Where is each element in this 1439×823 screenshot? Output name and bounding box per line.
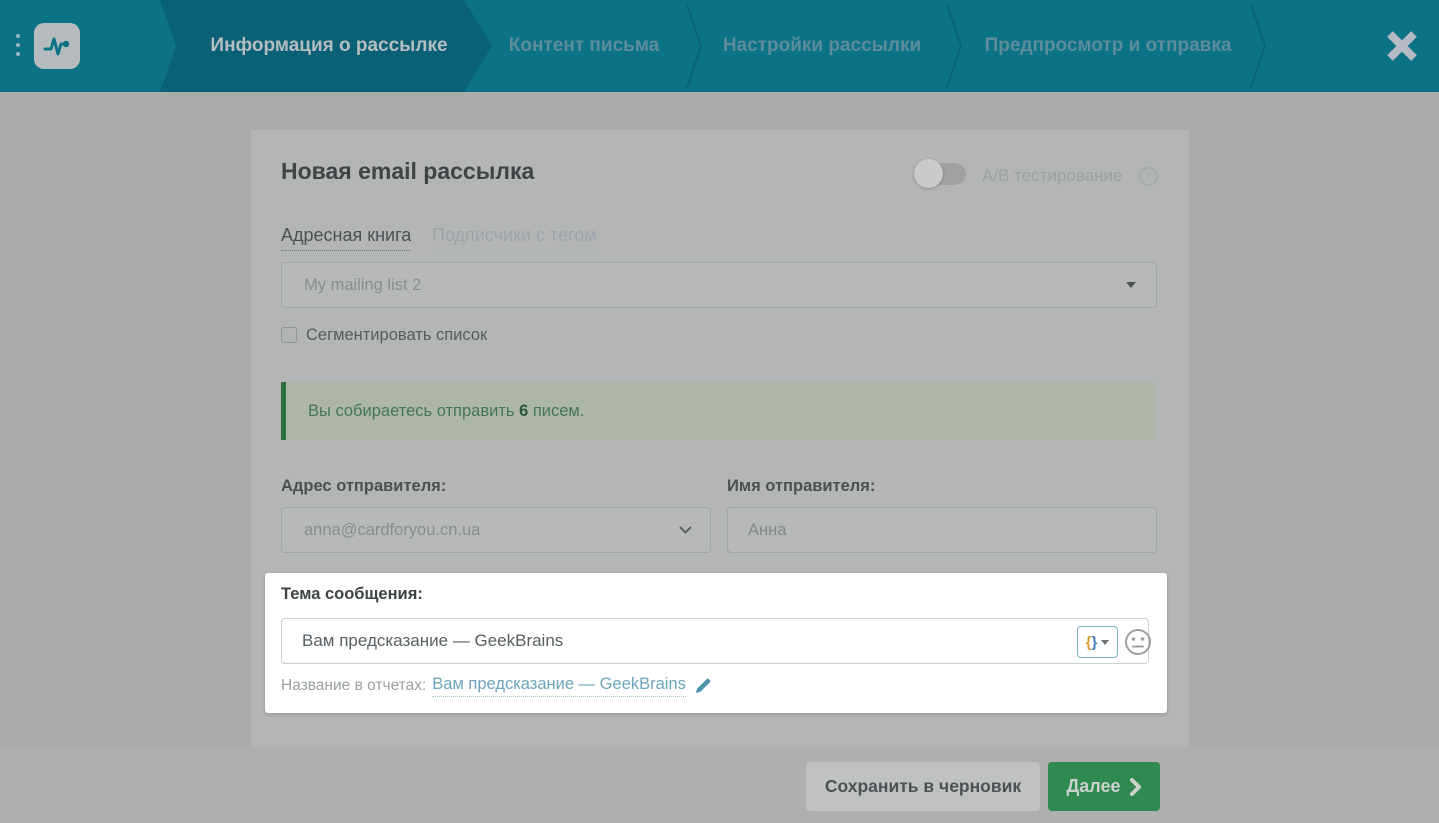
ab-test-label: А/В тестирование bbox=[982, 166, 1123, 185]
chevron-down-icon bbox=[679, 526, 692, 534]
segment-list-label: Сегментировать список bbox=[306, 326, 488, 344]
help-icon[interactable]: ? bbox=[1139, 167, 1158, 186]
step-separator bbox=[686, 3, 703, 89]
menu-dots-icon[interactable] bbox=[16, 34, 22, 61]
pulse-logo-icon bbox=[43, 37, 70, 56]
caret-down-icon bbox=[1126, 282, 1136, 288]
tab-address-book[interactable]: Адресная книга bbox=[281, 225, 412, 251]
sender-name-label: Имя отправителя: bbox=[727, 477, 876, 495]
toggle-knob bbox=[914, 159, 943, 188]
step-email-content[interactable]: Контент письма bbox=[509, 35, 659, 57]
subject-input[interactable] bbox=[281, 618, 1149, 664]
subject-label: Тема сообщения: bbox=[281, 585, 423, 603]
alert-text-before: Вы собираетесь отправить bbox=[308, 401, 520, 420]
sender-email-value: anna@cardforyou.cn.ua bbox=[304, 520, 481, 539]
mailing-list-select[interactable]: My mailing list 2 bbox=[281, 262, 1157, 308]
save-draft-label: Сохранить в черновик bbox=[824, 776, 1022, 796]
edit-pencil-icon[interactable] bbox=[694, 677, 712, 695]
alert-text-after: писем. bbox=[528, 401, 585, 420]
insert-variable-button[interactable]: { } bbox=[1077, 626, 1118, 658]
caret-down-icon bbox=[1101, 639, 1110, 645]
page-footer-area bbox=[0, 747, 1439, 823]
report-name-row: Название в отчетах: Вам предсказание — G… bbox=[281, 675, 712, 697]
step-separator bbox=[946, 3, 963, 89]
page-title: Новая email рассылка bbox=[281, 158, 535, 184]
report-name-label: Название в отчетах: bbox=[281, 677, 427, 694]
step-separator bbox=[1250, 3, 1267, 89]
send-count-alert: Вы собираетесь отправить 6 писем. bbox=[281, 382, 1157, 440]
mailing-list-value: My mailing list 2 bbox=[304, 275, 422, 294]
step-preview-send[interactable]: Предпросмотр и отправка bbox=[985, 35, 1232, 57]
ab-test-toggle[interactable] bbox=[914, 159, 966, 188]
chevron-right-icon bbox=[1129, 777, 1141, 796]
alert-count: 6 bbox=[519, 401, 529, 420]
tab-subscribers-with-tag[interactable]: Подписчики с тегом bbox=[432, 225, 597, 251]
page-root: { "colors": { "header_teal": "#0c7285", … bbox=[0, 0, 1439, 823]
insert-emoji-button[interactable] bbox=[1124, 628, 1152, 656]
subject-spotlight-panel: Тема сообщения: { } Название в отчетах: … bbox=[265, 573, 1167, 713]
next-label: Далее bbox=[1066, 776, 1121, 796]
alert-text: Вы собираетесь отправить 6 писем. bbox=[286, 402, 584, 421]
step-campaign-info[interactable]: Информация о рассылке bbox=[160, 0, 492, 92]
close-wizard-button[interactable] bbox=[1380, 24, 1424, 68]
save-draft-button[interactable]: Сохранить в черновик bbox=[806, 762, 1040, 811]
report-name-link[interactable]: Вам предсказание — GeekBrains bbox=[432, 675, 686, 697]
step-campaign-settings[interactable]: Настройки рассылки bbox=[723, 35, 921, 57]
emoji-icon bbox=[1125, 629, 1151, 655]
step-label: Информация о рассылке bbox=[210, 35, 448, 56]
brace-close-icon: } bbox=[1091, 633, 1098, 651]
app-logo[interactable] bbox=[34, 23, 80, 69]
close-icon bbox=[1387, 31, 1417, 61]
sender-email-select[interactable]: anna@cardforyou.cn.ua bbox=[281, 507, 711, 553]
segment-list-checkbox[interactable] bbox=[281, 327, 297, 343]
sender-name-input[interactable] bbox=[727, 507, 1157, 553]
sender-email-label: Адрес отправителя: bbox=[281, 477, 447, 495]
next-step-button[interactable]: Далее bbox=[1048, 762, 1160, 811]
wizard-header: Информация о рассылке Контент письма Нас… bbox=[0, 0, 1439, 92]
campaign-form-card: Новая email рассылка А/В тестирование ? … bbox=[251, 130, 1189, 747]
